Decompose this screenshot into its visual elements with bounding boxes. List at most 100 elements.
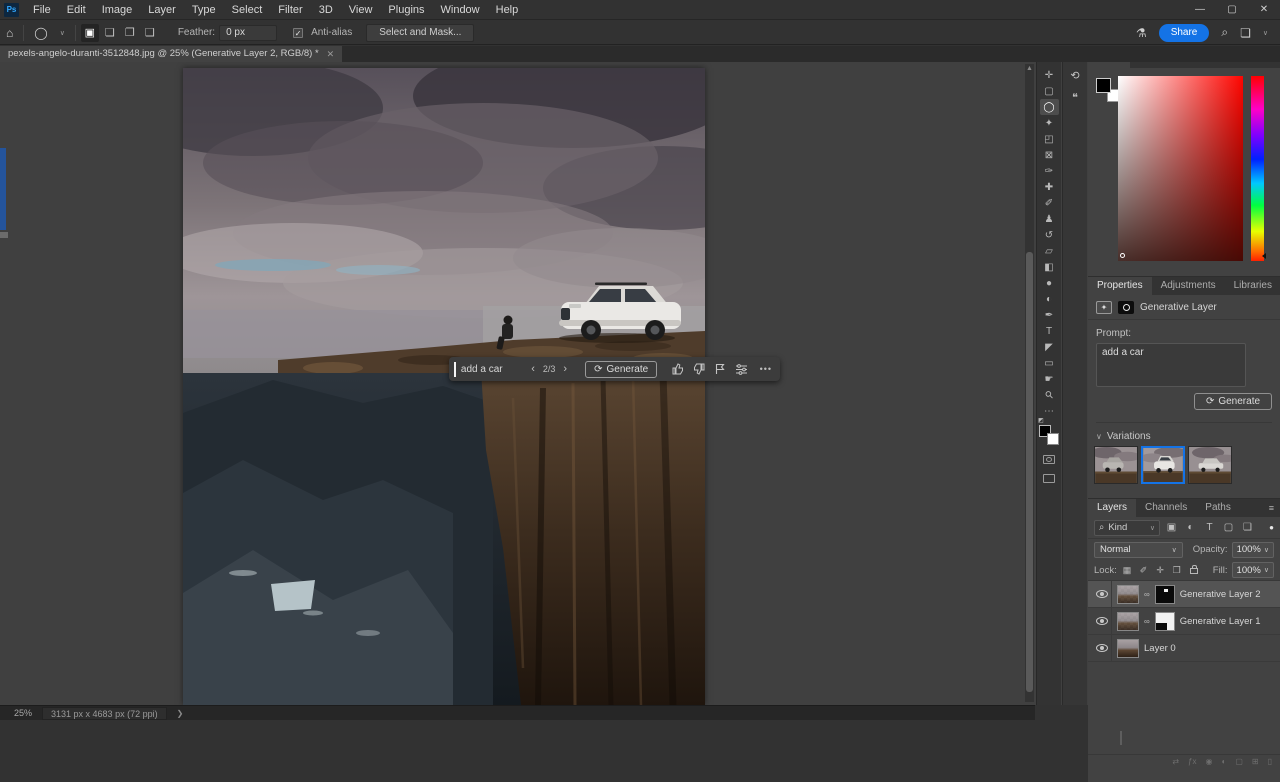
- path-select-tool-icon[interactable]: ◤: [1040, 339, 1059, 355]
- menu-image[interactable]: Image: [94, 0, 141, 20]
- visibility-cell[interactable]: [1092, 581, 1112, 607]
- flag-icon[interactable]: [709, 363, 730, 375]
- layer-row-generative-layer-1[interactable]: ∞ Generative Layer 1: [1088, 608, 1280, 635]
- layer-style-icon[interactable]: ƒx: [1188, 757, 1196, 766]
- menu-edit[interactable]: Edit: [59, 0, 94, 20]
- home-icon[interactable]: ⌂: [0, 26, 19, 40]
- default-colors-icon[interactable]: ◩: [1038, 417, 1046, 424]
- chevron-down-icon[interactable]: ∨: [1257, 29, 1274, 37]
- mask-link-icon[interactable]: ∞: [1144, 617, 1150, 626]
- add-selection-icon[interactable]: ❏: [101, 24, 119, 42]
- visibility-cell[interactable]: [1092, 635, 1112, 661]
- scrollbar-thumb[interactable]: [1026, 252, 1033, 692]
- eraser-tool-icon[interactable]: ▱: [1040, 243, 1059, 259]
- generate-button[interactable]: ⟳ Generate: [585, 360, 658, 378]
- menu-view[interactable]: View: [341, 0, 381, 20]
- next-variation-button[interactable]: ›: [555, 363, 575, 375]
- chevron-down-icon[interactable]: ∨: [54, 29, 71, 37]
- search-icon[interactable]: ⌕: [1215, 25, 1234, 40]
- new-layer-icon[interactable]: ⊞: [1252, 757, 1259, 766]
- lasso-tool-icon[interactable]: ◯: [1039, 99, 1059, 115]
- intersect-selection-icon[interactable]: ❑: [141, 24, 159, 42]
- type-tool-icon[interactable]: T: [1040, 323, 1059, 339]
- adjustment-layer-icon[interactable]: ◐: [1221, 757, 1226, 766]
- variations-header[interactable]: ∨ Variations: [1096, 422, 1272, 442]
- background-color-swatch[interactable]: [1047, 433, 1059, 445]
- lock-transparent-icon[interactable]: ▦: [1121, 565, 1134, 576]
- layer-row-generative-layer-2[interactable]: ∞ Generative Layer 2: [1088, 581, 1280, 608]
- tab-adjustments[interactable]: Adjustments: [1152, 277, 1225, 295]
- prompt-textarea[interactable]: add a car: [1096, 343, 1246, 387]
- mask-link-icon[interactable]: ∞: [1144, 590, 1150, 599]
- layer-name[interactable]: Generative Layer 1: [1180, 616, 1261, 627]
- quick-mask-button[interactable]: [1043, 455, 1055, 464]
- settings-sliders-icon[interactable]: [730, 363, 751, 375]
- magic-wand-tool-icon[interactable]: ✦: [1040, 115, 1059, 131]
- fill-input[interactable]: 100% ∨: [1231, 562, 1274, 578]
- subtract-selection-icon[interactable]: ❐: [121, 24, 139, 42]
- menu-filter[interactable]: Filter: [270, 0, 310, 20]
- lasso-tool-preset-icon[interactable]: ◯: [28, 26, 53, 40]
- feather-input[interactable]: 0 px: [219, 24, 278, 41]
- opacity-input[interactable]: 100% ∨: [1231, 541, 1274, 558]
- foreground-background-colors[interactable]: ◩: [1038, 418, 1059, 445]
- filter-kind-dropdown[interactable]: ⌕ Kind ∨: [1094, 519, 1160, 536]
- eye-icon[interactable]: [1095, 644, 1108, 652]
- link-layers-icon[interactable]: ⇄: [1172, 757, 1179, 766]
- new-group-icon[interactable]: ▢: [1235, 757, 1243, 766]
- more-options-icon[interactable]: •••: [752, 364, 780, 374]
- menu-select[interactable]: Select: [224, 0, 271, 20]
- blur-tool-icon[interactable]: ●: [1040, 275, 1059, 291]
- dodge-tool-icon[interactable]: ◐: [1040, 291, 1059, 307]
- history-panel-icon[interactable]: ⟲: [1066, 66, 1085, 84]
- tab-layers[interactable]: Layers: [1088, 499, 1137, 517]
- tab-libraries[interactable]: Libraries: [1225, 277, 1280, 295]
- layer-name[interactable]: Layer 0: [1144, 643, 1176, 654]
- add-mask-icon[interactable]: ◉: [1206, 757, 1213, 766]
- brush-tool-icon[interactable]: ✐: [1040, 195, 1059, 211]
- eye-icon[interactable]: [1095, 590, 1108, 598]
- zoom-level-field[interactable]: 25%: [0, 708, 42, 718]
- thumbs-down-icon[interactable]: [688, 363, 709, 375]
- filter-shape-layers-icon[interactable]: ▢: [1221, 522, 1236, 533]
- layer-row-layer-0[interactable]: Layer 0: [1088, 635, 1280, 662]
- menu-layer[interactable]: Layer: [140, 0, 184, 20]
- variation-thumb-1[interactable]: [1094, 446, 1138, 484]
- canvas-vertical-scrollbar[interactable]: ▲: [1025, 64, 1034, 702]
- menu-file[interactable]: File: [25, 0, 59, 20]
- layer-mask-thumbnail[interactable]: [1154, 584, 1175, 604]
- hue-slider[interactable]: [1251, 76, 1266, 261]
- delete-layer-icon[interactable]: ▯: [1268, 757, 1272, 766]
- screen-mode-button[interactable]: [1043, 474, 1055, 483]
- variation-thumb-3[interactable]: [1188, 446, 1232, 484]
- filter-toggle-icon[interactable]: ●: [1269, 523, 1274, 532]
- scroll-up-arrow-icon[interactable]: ▲: [1025, 64, 1034, 74]
- lock-position-icon[interactable]: ✛: [1154, 565, 1167, 576]
- variation-thumb-2-selected[interactable]: [1141, 446, 1185, 484]
- frame-tool-icon[interactable]: ⊠: [1040, 147, 1059, 163]
- layer-name[interactable]: Generative Layer 2: [1180, 589, 1261, 600]
- history-brush-tool-icon[interactable]: ↺: [1040, 227, 1059, 243]
- tech-preview-icon[interactable]: ⚗: [1130, 26, 1153, 40]
- pen-tool-icon[interactable]: ✒: [1040, 307, 1059, 323]
- filter-smart-objects-icon[interactable]: ❏: [1240, 522, 1255, 533]
- foreground-color-swatch[interactable]: [1096, 78, 1111, 93]
- menu-window[interactable]: Window: [433, 0, 488, 20]
- workspace-switcher-icon[interactable]: ❏: [1234, 26, 1257, 40]
- layers-scrollbar-thumb[interactable]: [1120, 731, 1122, 745]
- eye-icon[interactable]: [1095, 617, 1108, 625]
- filter-pixel-layers-icon[interactable]: ▣: [1164, 522, 1179, 533]
- select-and-mask-button[interactable]: Select and Mask...: [366, 23, 475, 42]
- thumbs-up-icon[interactable]: [667, 363, 688, 375]
- layer-mask-thumbnail[interactable]: [1154, 611, 1175, 631]
- status-chevron-icon[interactable]: ❯: [167, 709, 194, 718]
- crop-tool-icon[interactable]: ◰: [1040, 131, 1059, 147]
- canvas-image[interactable]: [183, 68, 705, 705]
- lock-pixels-icon[interactable]: ✐: [1137, 565, 1150, 576]
- blend-mode-dropdown[interactable]: Normal ∨: [1094, 541, 1183, 558]
- menu-help[interactable]: Help: [488, 0, 527, 20]
- color-panel-fgbg[interactable]: [1096, 78, 1120, 102]
- tab-properties[interactable]: Properties: [1088, 277, 1152, 295]
- new-selection-icon[interactable]: ▣: [80, 23, 99, 42]
- visibility-cell[interactable]: [1092, 608, 1112, 634]
